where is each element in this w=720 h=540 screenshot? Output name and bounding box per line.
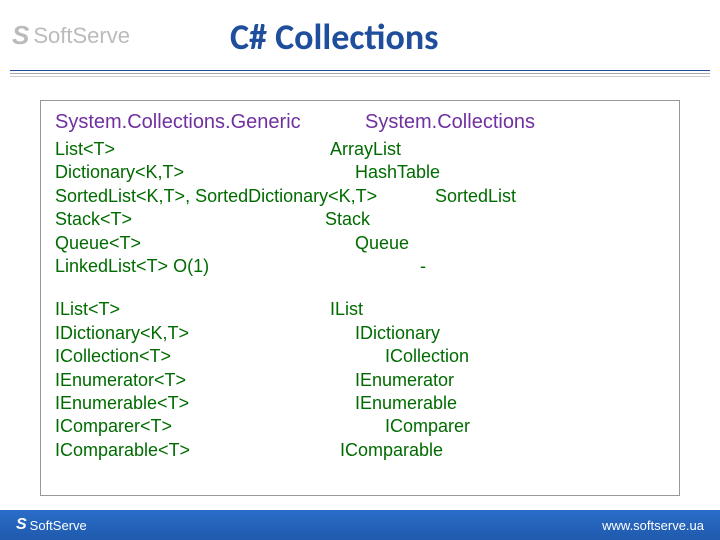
divider-lines bbox=[10, 70, 710, 80]
table-row: IEnumerator<T>IEnumerator bbox=[55, 369, 665, 392]
table-row: IList<T>IList bbox=[55, 298, 665, 321]
table-row: IComparable<T>IComparable bbox=[55, 439, 665, 462]
cell-left: IList<T> bbox=[55, 298, 330, 321]
cell-left: IEnumerable<T> bbox=[55, 392, 355, 415]
cell-right: IList bbox=[330, 298, 363, 321]
table-row: ICollection<T>ICollection bbox=[55, 345, 665, 368]
footer-brand-icon: S bbox=[16, 516, 27, 534]
brand-logo-top: S SoftServe bbox=[12, 20, 130, 51]
cell-right: ICollection bbox=[385, 345, 469, 368]
cell-left: ICollection<T> bbox=[55, 345, 385, 368]
table-row: Dictionary<K,T>HashTable bbox=[55, 161, 665, 184]
table-row: List<T>ArrayList bbox=[55, 138, 665, 161]
brand-icon: S bbox=[12, 20, 29, 51]
cell-left: List<T> bbox=[55, 138, 330, 161]
slide-title: C# Collections bbox=[230, 15, 439, 59]
header-generic: System.Collections.Generic bbox=[55, 111, 365, 134]
cell-right: IEnumerator bbox=[355, 369, 454, 392]
cell-left: SortedList<K,T>, SortedDictionary<K,T> bbox=[55, 185, 435, 208]
table-row: SortedList<K,T>, SortedDictionary<K,T>So… bbox=[55, 185, 665, 208]
cell-right: IComparer bbox=[385, 415, 470, 438]
table-row: IComparer<T>IComparer bbox=[55, 415, 665, 438]
cell-left: LinkedList<T> O(1) bbox=[55, 255, 420, 278]
cell-right: Queue bbox=[355, 232, 409, 255]
cell-right: IDictionary bbox=[355, 322, 440, 345]
cell-left: IDictionary<K,T> bbox=[55, 322, 355, 345]
footer-logo: S SoftServe bbox=[16, 516, 87, 534]
table-row: IDictionary<K,T>IDictionary bbox=[55, 322, 665, 345]
cell-left: Stack<T> bbox=[55, 208, 325, 231]
brand-name: SoftServe bbox=[33, 23, 130, 49]
footer-bar: S SoftServe www.softserve.ua bbox=[0, 510, 720, 540]
slide-header: S SoftServe C# Collections bbox=[0, 0, 720, 80]
cell-left: Dictionary<K,T> bbox=[55, 161, 355, 184]
rows-container: List<T>ArrayListDictionary<K,T>HashTable… bbox=[55, 138, 665, 462]
footer-brand-name: SoftServe bbox=[30, 518, 87, 533]
cell-right: IEnumerable bbox=[355, 392, 457, 415]
table-row: IEnumerable<T>IEnumerable bbox=[55, 392, 665, 415]
column-headers: System.Collections.Generic System.Collec… bbox=[55, 111, 665, 134]
table-row: Stack<T>Stack bbox=[55, 208, 665, 231]
cell-right: SortedList bbox=[435, 185, 516, 208]
cell-right: ArrayList bbox=[330, 138, 401, 161]
header-nongeneric: System.Collections bbox=[365, 111, 665, 134]
cell-right: HashTable bbox=[355, 161, 440, 184]
table-row: LinkedList<T> O(1)- bbox=[55, 255, 665, 278]
cell-right: IComparable bbox=[340, 439, 443, 462]
cell-left: IComparer<T> bbox=[55, 415, 385, 438]
cell-right: Stack bbox=[325, 208, 370, 231]
cell-left: IComparable<T> bbox=[55, 439, 340, 462]
cell-left: IEnumerator<T> bbox=[55, 369, 355, 392]
row-spacer bbox=[55, 278, 665, 298]
content-box: System.Collections.Generic System.Collec… bbox=[40, 100, 680, 496]
cell-right: - bbox=[420, 255, 426, 278]
table-row: Queue<T>Queue bbox=[55, 232, 665, 255]
cell-left: Queue<T> bbox=[55, 232, 355, 255]
footer-url: www.softserve.ua bbox=[602, 518, 704, 533]
